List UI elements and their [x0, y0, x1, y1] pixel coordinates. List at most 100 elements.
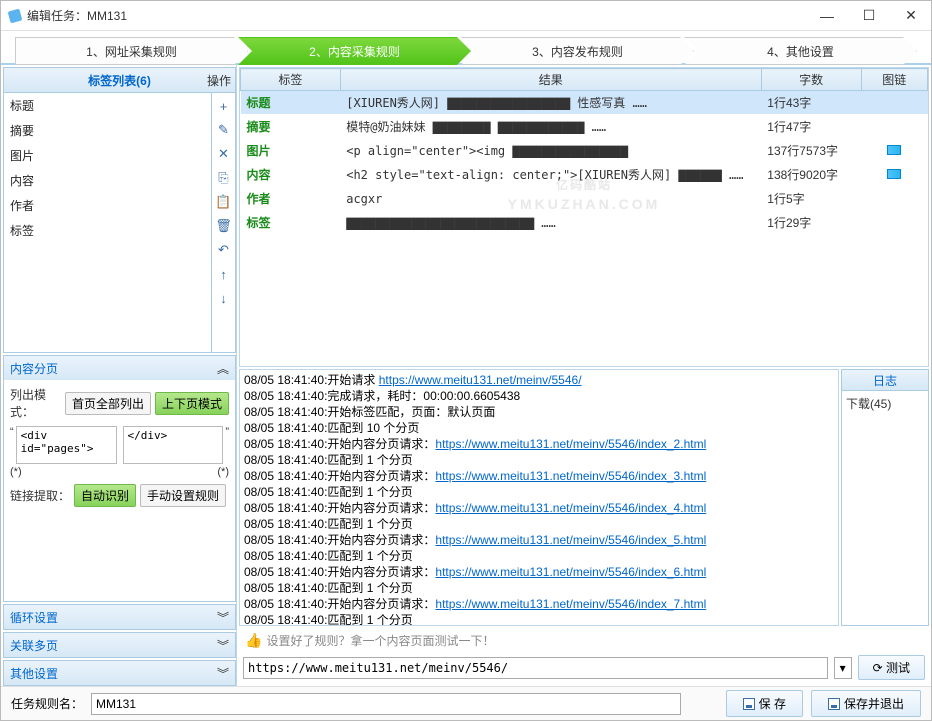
cell-tag: 作者 [241, 187, 341, 211]
log-url-link[interactable]: https://www.meitu131.net/meinv/5546/inde… [435, 597, 706, 611]
paste-icon[interactable]: 📋 [215, 193, 233, 211]
titlebar: 编辑任务：MM131 — ☐ ✕ [1, 1, 931, 31]
maximize-button[interactable]: ☐ [857, 4, 881, 28]
image-icon [887, 169, 901, 179]
table-row[interactable]: 摘要模特@奶油妹妹 ▇▇▇▇▇▇▇▇ ▇▇▇▇▇▇▇▇▇▇▇▇ ……1行47字 [241, 115, 928, 139]
list-mode-label: 列出模式： [10, 386, 61, 420]
test-button[interactable]: ⟳ 测试 [858, 655, 925, 680]
log-line: 08/05 18:41:40:开始请求 https://www.meitu131… [244, 372, 834, 388]
cell-count: 1行5字 [761, 187, 861, 211]
cell-tag: 标签 [241, 211, 341, 235]
log-side-body: 下载(45) [841, 391, 929, 626]
undo-icon[interactable]: ↶ [215, 241, 233, 259]
manual-rules-button[interactable]: 手动设置规则 [140, 484, 226, 507]
wizard-tabs: 1、网址采集规则 2、内容采集规则 3、内容发布规则 4、其他设置 [1, 31, 931, 65]
cell-result: <p align="center"><img ▇▇▇▇▇▇▇▇▇▇▇▇▇▇▇▇ [340, 139, 761, 163]
log-url-link[interactable]: https://www.meitu131.net/meinv/5546/inde… [435, 501, 706, 515]
col-header-img[interactable]: 图链 [861, 69, 928, 91]
log-url-link[interactable]: https://www.meitu131.net/meinv/5546/inde… [435, 565, 706, 579]
save-exit-button[interactable]: 保存并退出 [811, 690, 921, 717]
log-line: 08/05 18:41:40:匹配到 10 个分页 [244, 420, 834, 436]
log-line: 08/05 18:41:40:匹配到 1 个分页 [244, 612, 834, 626]
start-html-input[interactable] [16, 426, 117, 464]
window-title: 编辑任务：MM131 [27, 7, 815, 24]
chevron-down-icon: ︾ [217, 665, 229, 682]
star-left-label: (*) [10, 466, 22, 478]
close-button[interactable]: ✕ [899, 4, 923, 28]
other-settings-header[interactable]: 其他设置︾ [4, 661, 235, 685]
cell-img [861, 139, 928, 163]
trash-icon[interactable]: 🗑 [215, 217, 233, 235]
loop-settings-header[interactable]: 循环设置︾ [4, 605, 235, 629]
cell-tag: 内容 [241, 163, 341, 187]
col-header-result[interactable]: 结果 [340, 69, 761, 91]
table-row[interactable]: 内容<h2 style="text-align: center;">[XIURE… [241, 163, 928, 187]
add-icon[interactable]: + [215, 97, 233, 115]
table-row[interactable]: 作者acgxr1行5字 [241, 187, 928, 211]
cell-img [861, 91, 928, 115]
url-hint-text: 设置好了规则？拿一个内容页面测试一下！ [266, 632, 494, 649]
tag-list-item[interactable]: 标题 [4, 93, 211, 118]
first-all-button[interactable]: 首页全部列出 [65, 392, 151, 415]
tag-list-item[interactable]: 作者 [4, 193, 211, 218]
auto-detect-button[interactable]: 自动识别 [74, 484, 136, 507]
log-url-link[interactable]: https://www.meitu131.net/meinv/5546/inde… [435, 533, 706, 547]
col-header-tag[interactable]: 标签 [241, 69, 341, 91]
related-pages-header[interactable]: 关联多页︾ [4, 633, 235, 657]
delete-icon[interactable]: ✕ [215, 145, 233, 163]
wizard-tab-url-rules[interactable]: 1、网址采集规则 [15, 37, 248, 65]
save-button[interactable]: 保 存 [726, 690, 803, 717]
cell-count: 1行43字 [761, 91, 861, 115]
end-html-input[interactable] [123, 426, 224, 464]
log-url-link[interactable]: https://www.meitu131.net/meinv/5546/inde… [435, 469, 706, 483]
link-extract-label: 链接提取： [10, 487, 70, 504]
edit-icon[interactable]: ✎ [215, 121, 233, 139]
tag-list-item[interactable]: 图片 [4, 143, 211, 168]
tag-list-item[interactable]: 内容 [4, 168, 211, 193]
tag-list-ops-label: 操作 [207, 72, 231, 89]
wizard-tab-other-settings[interactable]: 4、其他设置 [684, 37, 917, 65]
log-line: 08/05 18:41:40:匹配到 1 个分页 [244, 452, 834, 468]
result-table: 标签 结果 字数 图链 标题[XIUREN秀人网] ▇▇▇▇▇▇▇▇▇▇▇▇▇▇… [240, 68, 928, 235]
tag-list-item[interactable]: 摘要 [4, 118, 211, 143]
minimize-button[interactable]: — [815, 4, 839, 28]
log-url-link[interactable]: https://www.meitu131.net/meinv/5546/ [379, 373, 582, 387]
content-paging-header[interactable]: 内容分页 ︽ [4, 356, 235, 380]
log-line: 08/05 18:41:40:开始内容分页请求：https://www.meit… [244, 468, 834, 484]
wizard-tab-content-rules[interactable]: 2、内容采集规则 [238, 37, 471, 65]
prev-next-button[interactable]: 上下页模式 [155, 392, 229, 415]
app-icon [8, 8, 23, 23]
url-dropdown-button[interactable]: ▾ [834, 657, 852, 679]
cell-result: <h2 style="text-align: center;">[XIUREN秀… [340, 163, 761, 187]
table-row[interactable]: 标题[XIUREN秀人网] ▇▇▇▇▇▇▇▇▇▇▇▇▇▇▇▇▇ 性感写真 ……1… [241, 91, 928, 115]
move-up-icon[interactable]: ↑ [215, 265, 233, 283]
tag-list[interactable]: 标题摘要图片内容作者标签 [3, 93, 212, 353]
log-side-header: 日志 [841, 369, 929, 391]
tag-list-item[interactable]: 标签 [4, 218, 211, 243]
download-count[interactable]: 下载(45) [846, 395, 924, 412]
log-line: 08/05 18:41:40:匹配到 1 个分页 [244, 548, 834, 564]
log-line: 08/05 18:41:40:开始内容分页请求：https://www.meit… [244, 500, 834, 516]
log-line: 08/05 18:41:40:匹配到 1 个分页 [244, 484, 834, 500]
move-down-icon[interactable]: ↓ [215, 289, 233, 307]
log-output[interactable]: 08/05 18:41:40:开始请求 https://www.meitu131… [239, 369, 839, 626]
cell-result: ▇▇▇▇▇▇▇▇▇▇▇▇▇▇▇▇▇▇▇▇▇▇▇▇▇▇ …… [340, 211, 761, 235]
log-url-link[interactable]: https://www.meitu131.net/meinv/5546/inde… [435, 437, 706, 451]
table-row[interactable]: 图片<p align="center"><img ▇▇▇▇▇▇▇▇▇▇▇▇▇▇▇… [241, 139, 928, 163]
col-header-count[interactable]: 字数 [761, 69, 861, 91]
cell-result: 模特@奶油妹妹 ▇▇▇▇▇▇▇▇ ▇▇▇▇▇▇▇▇▇▇▇▇ …… [340, 115, 761, 139]
task-name-label: 任务规则名： [11, 695, 83, 712]
test-url-input[interactable] [243, 657, 828, 679]
chevron-up-icon: ︽ [217, 360, 229, 377]
log-line: 08/05 18:41:40:匹配到 1 个分页 [244, 516, 834, 532]
copy-icon[interactable]: ⎘ [215, 169, 233, 187]
cell-count: 138行9020字 [761, 163, 861, 187]
start-quote-label: “ [10, 426, 14, 438]
cell-tag: 标题 [241, 91, 341, 115]
end-quote-label: ” [225, 426, 229, 438]
task-name-input[interactable] [91, 693, 681, 715]
thumb-up-icon: 👍 [245, 632, 262, 649]
log-line: 08/05 18:41:40:开始内容分页请求：https://www.meit… [244, 436, 834, 452]
table-row[interactable]: 标签▇▇▇▇▇▇▇▇▇▇▇▇▇▇▇▇▇▇▇▇▇▇▇▇▇▇ ……1行29字 [241, 211, 928, 235]
wizard-tab-publish-rules[interactable]: 3、内容发布规则 [461, 37, 694, 65]
